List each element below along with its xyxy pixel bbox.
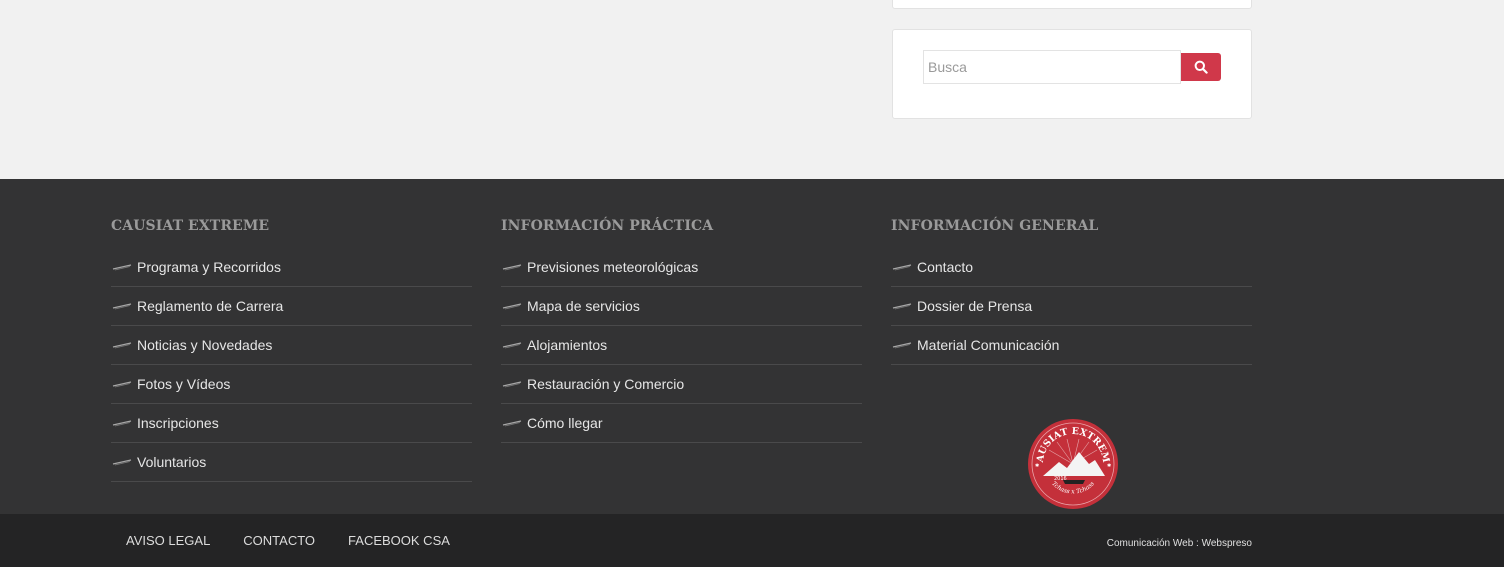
dash-icon	[502, 303, 522, 310]
footer-link[interactable]: Reglamento de Carrera	[137, 297, 283, 315]
footer-link-list: Previsiones meteorológicas Mapa de servi…	[501, 248, 862, 443]
dash-icon	[112, 342, 132, 349]
footer-link-item: Cómo llegar	[501, 404, 862, 443]
dash-icon	[112, 459, 132, 466]
search-icon	[1194, 60, 1208, 74]
dash-icon	[502, 264, 522, 271]
footer-link-item: Dossier de Prensa	[891, 287, 1252, 326]
dash-icon	[502, 381, 522, 388]
footer-column-practica: INFORMACIÓN PRÁCTICA Previsiones meteoro…	[501, 216, 862, 443]
footer-link[interactable]: Fotos y Vídeos	[137, 375, 230, 393]
bottom-nav-aviso-legal[interactable]: AVISO LEGAL	[126, 533, 210, 548]
dash-icon	[892, 303, 912, 310]
footer-column-title: INFORMACIÓN PRÁCTICA	[501, 218, 714, 234]
footer-link-item: Noticias y Novedades	[111, 326, 472, 365]
footer-column-causiat: CAUSIAT EXTREME Programa y Recorridos Re…	[111, 216, 472, 482]
footer-link[interactable]: Alojamientos	[527, 336, 607, 354]
search-widget	[892, 29, 1252, 119]
search-input[interactable]	[923, 50, 1181, 84]
footer-link[interactable]: Voluntarios	[137, 453, 206, 471]
footer-link[interactable]: Restauración y Comercio	[527, 375, 684, 393]
bottom-bar: AVISO LEGAL CONTACTO FACEBOOK CSA Comuni…	[0, 514, 1504, 567]
search-button[interactable]	[1181, 53, 1221, 81]
logo-star-icon: ✱	[1035, 463, 1039, 469]
credit-link[interactable]: Comunicación Web : Webspreso	[1107, 514, 1252, 567]
footer-link-item: Material Comunicación	[891, 326, 1252, 365]
footer-column-title: INFORMACIÓN GENERAL	[891, 218, 1099, 234]
footer-link[interactable]: Programa y Recorridos	[137, 258, 281, 276]
footer-link[interactable]: Previsiones meteorológicas	[527, 258, 698, 276]
dash-icon	[892, 264, 912, 271]
footer-link[interactable]: Dossier de Prensa	[917, 297, 1032, 315]
footer-link[interactable]: Inscripciones	[137, 414, 219, 432]
bottom-nav-contacto[interactable]: CONTACTO	[243, 533, 315, 548]
content-area	[0, 0, 1504, 179]
footer-link-item: Voluntarios	[111, 443, 472, 482]
footer-link-item: Programa y Recorridos	[111, 248, 472, 287]
dash-icon	[502, 420, 522, 427]
footer-link[interactable]: Noticias y Novedades	[137, 336, 272, 354]
bottom-nav: AVISO LEGAL CONTACTO FACEBOOK CSA	[111, 514, 468, 567]
site-footer: CAUSIAT EXTREME Programa y Recorridos Re…	[0, 179, 1504, 514]
footer-link[interactable]: Material Comunicación	[917, 336, 1059, 354]
causiat-extreme-logo[interactable]: CAUSIAT EXTREME 2016 Tchass x Tchass ✱ ✱	[1027, 418, 1119, 510]
footer-column-title: CAUSIAT EXTREME	[111, 218, 270, 234]
footer-link[interactable]: Contacto	[917, 258, 973, 276]
dash-icon	[892, 342, 912, 349]
logo-star-icon: ✱	[1107, 463, 1111, 469]
footer-link-item: Previsiones meteorológicas	[501, 248, 862, 287]
dash-icon	[502, 342, 522, 349]
sidebar-widget	[892, 0, 1252, 9]
dash-icon	[112, 420, 132, 427]
footer-link-item: Restauración y Comercio	[501, 365, 862, 404]
dash-icon	[112, 264, 132, 271]
footer-link-item: Contacto	[891, 248, 1252, 287]
footer-link-item: Mapa de servicios	[501, 287, 862, 326]
footer-link[interactable]: Mapa de servicios	[527, 297, 640, 315]
bottom-nav-facebook[interactable]: FACEBOOK CSA	[348, 533, 450, 548]
footer-link-item: Fotos y Vídeos	[111, 365, 472, 404]
footer-link[interactable]: Cómo llegar	[527, 414, 602, 432]
dash-icon	[112, 303, 132, 310]
footer-link-item: Alojamientos	[501, 326, 862, 365]
footer-link-item: Inscripciones	[111, 404, 472, 443]
footer-link-item: Reglamento de Carrera	[111, 287, 472, 326]
footer-column-general: INFORMACIÓN GENERAL Contacto Dossier de …	[891, 216, 1252, 509]
footer-link-list: Contacto Dossier de Prensa Material Comu…	[891, 248, 1252, 365]
dash-icon	[112, 381, 132, 388]
footer-link-list: Programa y Recorridos Reglamento de Carr…	[111, 248, 472, 482]
